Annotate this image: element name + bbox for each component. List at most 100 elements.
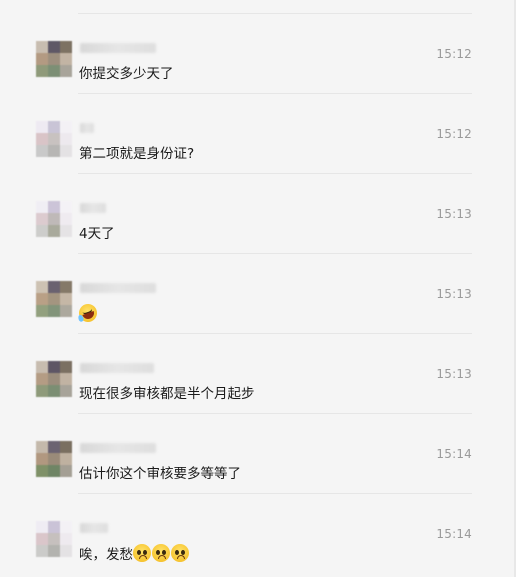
laughing-crying-emoji [76, 301, 100, 325]
avatar-tile [60, 201, 72, 213]
message-time: 15:12 [436, 127, 472, 141]
avatar-tile [60, 65, 72, 77]
avatar-tile [36, 521, 48, 533]
message-time: 15:12 [436, 47, 472, 61]
avatar-tile [36, 385, 48, 397]
avatar-tile [48, 133, 60, 145]
message-divider [78, 93, 472, 94]
avatar-tile [36, 533, 48, 545]
sender-name-blurred [80, 203, 106, 213]
message-text: 第二项就是身份证? [79, 146, 195, 162]
message-text [76, 301, 100, 325]
pleading-emoji [133, 544, 151, 562]
message-divider [78, 413, 472, 414]
avatar-tile [48, 53, 60, 65]
avatar-tile [60, 133, 72, 145]
message-text: 估计你这个审核要多等等了 [79, 466, 241, 482]
avatar-tile [60, 521, 72, 533]
sender-name-blurred [80, 283, 156, 293]
message-time: 15:14 [436, 447, 472, 461]
avatar-tile [36, 41, 48, 53]
avatar-tile [48, 521, 60, 533]
avatar-tile [36, 305, 48, 317]
avatar-tile [48, 225, 60, 237]
avatar-tile [48, 41, 60, 53]
avatar-tile [60, 213, 72, 225]
message-text: 唉，发愁 [79, 544, 190, 565]
message-time: 15:13 [436, 367, 472, 381]
avatar-tile [60, 225, 72, 237]
avatar-tile [36, 281, 48, 293]
avatar-tile [36, 121, 48, 133]
avatar-tile [60, 441, 72, 453]
avatar-tile [60, 361, 72, 373]
avatar-tile [48, 373, 60, 385]
avatar-tile [60, 533, 72, 545]
avatar-tile [60, 465, 72, 477]
message-time: 15:13 [436, 287, 472, 301]
avatar-tile [36, 53, 48, 65]
avatar-tile [36, 145, 48, 157]
message-divider [78, 173, 472, 174]
message-text: 现在很多审核都是半个月起步 [79, 386, 255, 402]
sender-name-blurred [80, 363, 154, 373]
message-item[interactable]: 15:13 现在很多审核都是半个月起步 [0, 333, 512, 413]
avatar[interactable] [36, 41, 72, 77]
avatar[interactable] [36, 201, 72, 237]
sender-name-blurred [80, 123, 94, 133]
avatar-tile [48, 361, 60, 373]
message-item[interactable]: 15:14 估计你这个审核要多等等了 [0, 413, 512, 493]
avatar-tile [60, 41, 72, 53]
avatar-tile [36, 65, 48, 77]
avatar-tile [48, 201, 60, 213]
avatar-tile [60, 385, 72, 397]
message-text: 你提交多少天了 [79, 66, 174, 82]
message-divider [78, 333, 472, 334]
avatar-tile [48, 65, 60, 77]
avatar-tile [36, 361, 48, 373]
message-item[interactable]: 15:13 [0, 253, 512, 333]
avatar-tile [48, 385, 60, 397]
avatar-tile [48, 465, 60, 477]
avatar-tile [48, 121, 60, 133]
avatar-tile [60, 53, 72, 65]
avatar-tile [36, 453, 48, 465]
sender-name-blurred [80, 523, 108, 533]
avatar-tile [36, 441, 48, 453]
avatar-tile [48, 545, 60, 557]
avatar-tile [48, 281, 60, 293]
avatar-tile [60, 121, 72, 133]
avatar-tile [36, 373, 48, 385]
avatar[interactable] [36, 281, 72, 317]
avatar-tile [48, 213, 60, 225]
avatar-tile [48, 533, 60, 545]
avatar-tile [60, 305, 72, 317]
avatar-tile [60, 373, 72, 385]
avatar-tile [60, 545, 72, 557]
message-item[interactable]: 15:12 你提交多少天了 [0, 13, 512, 93]
avatar-tile [36, 465, 48, 477]
message-item[interactable]: 15:13 4天了 [0, 173, 512, 253]
sender-name-blurred [80, 443, 156, 453]
avatar[interactable] [36, 441, 72, 477]
avatar[interactable] [36, 521, 72, 557]
pleading-emoji [171, 544, 189, 562]
sender-name-blurred [80, 43, 156, 53]
pleading-emoji [152, 544, 170, 562]
message-text: 4天了 [79, 226, 115, 242]
avatar-tile [36, 293, 48, 305]
avatar-tile [36, 545, 48, 557]
message-divider [78, 493, 472, 494]
avatar-tile [36, 225, 48, 237]
message-item[interactable]: 15:12 第二项就是身份证? [0, 93, 512, 173]
message-divider [78, 13, 472, 14]
message-time: 15:13 [436, 207, 472, 221]
message-item[interactable]: 15:14 唉，发愁 [0, 493, 512, 573]
avatar[interactable] [36, 121, 72, 157]
avatar-tile [60, 281, 72, 293]
message-divider [78, 253, 472, 254]
avatar-tile [36, 213, 48, 225]
avatar[interactable] [36, 361, 72, 397]
avatar-tile [60, 293, 72, 305]
avatar-tile [36, 133, 48, 145]
